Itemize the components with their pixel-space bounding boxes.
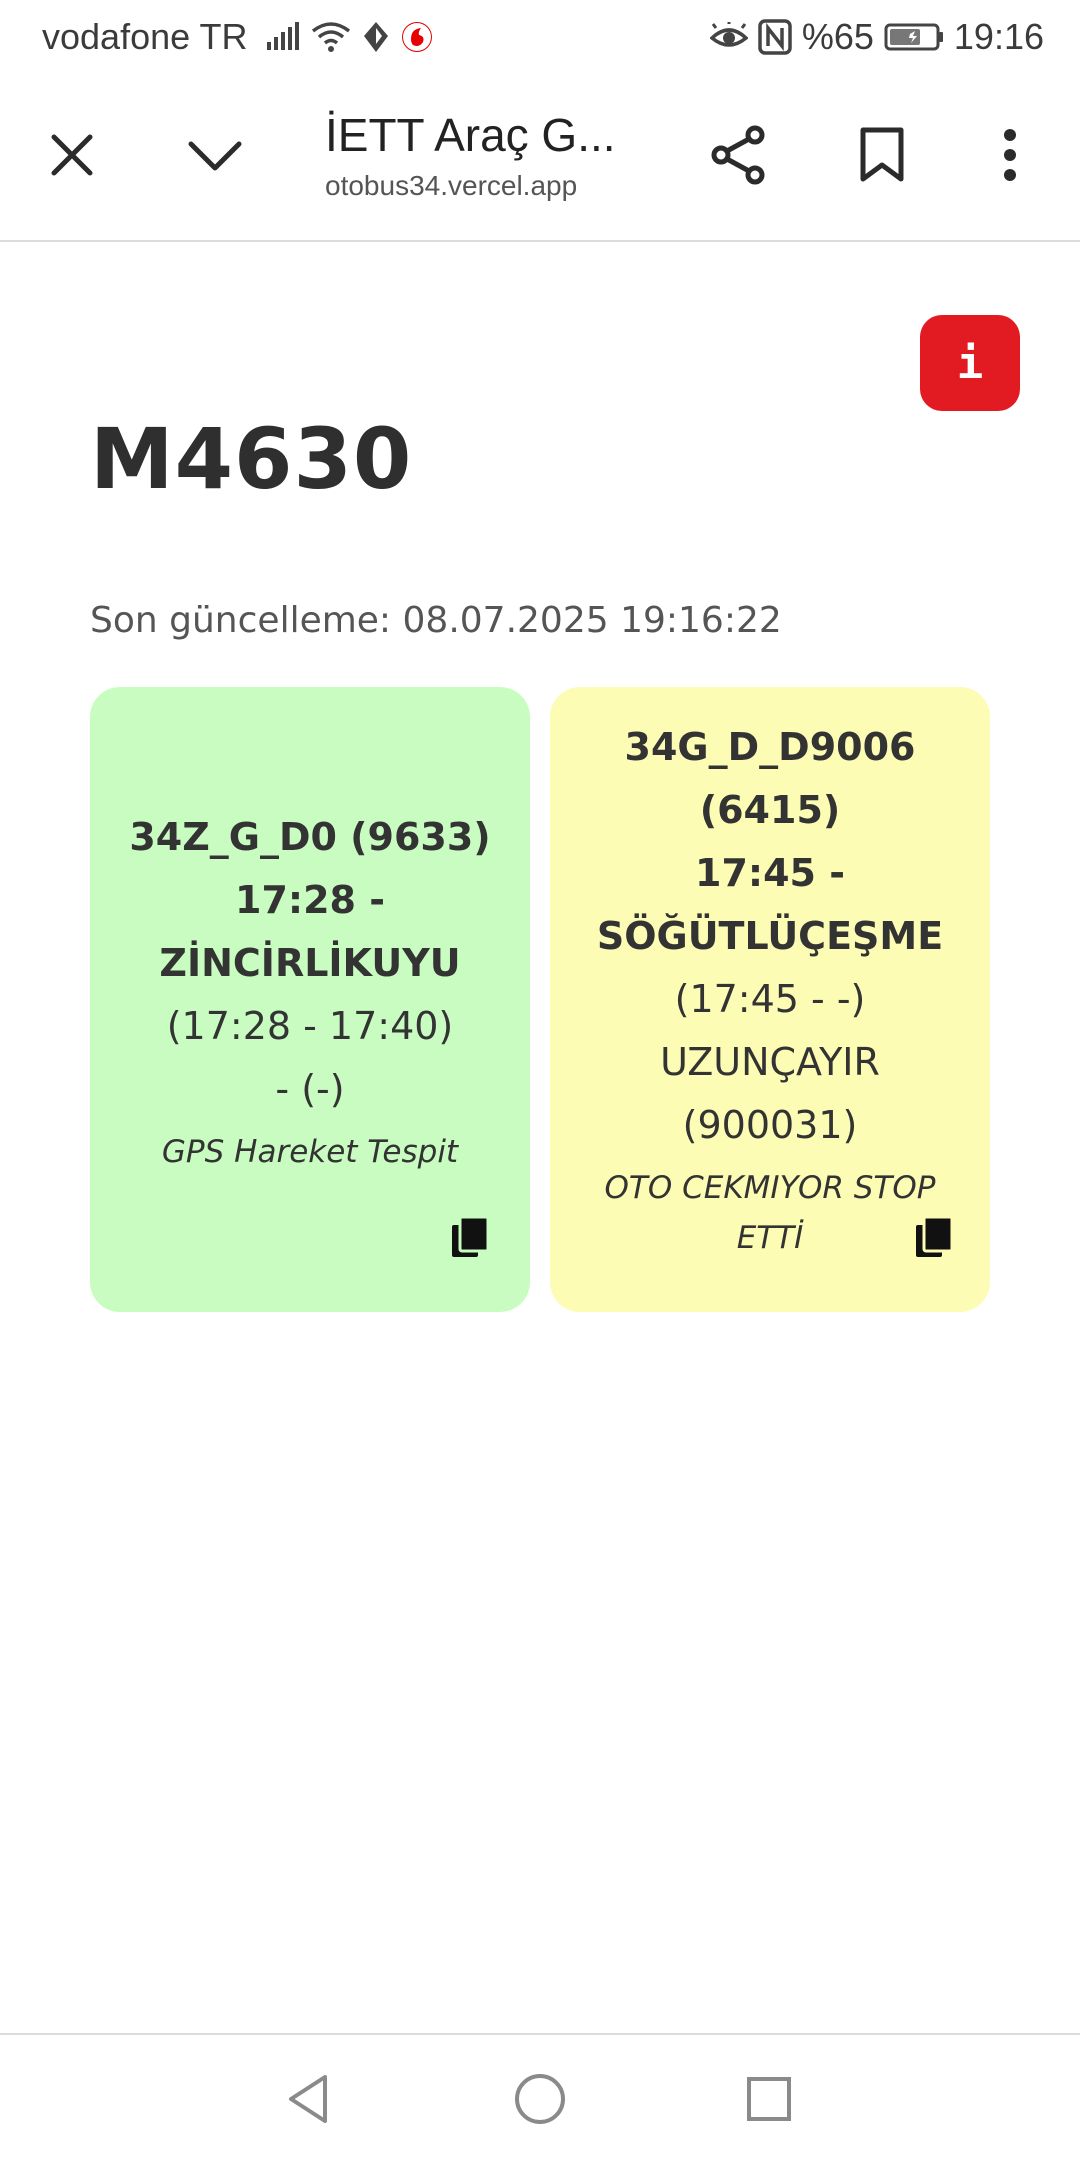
last-updated-text: Son güncelleme: 08.07.2025 19:16:22 [90, 600, 782, 641]
destination: ZİNCİRLİKUYU [159, 941, 461, 985]
clock: 19:16 [953, 16, 1044, 57]
tab-title-block[interactable]: İETT Araç G... otobus34.vercel.app [325, 108, 625, 202]
trip-card-content: 34G_D_D9006 (6415) 17:45 - SÖĞÜTLÜÇEŞME … [580, 716, 960, 1263]
bookmark-button[interactable] [827, 90, 937, 220]
status-note: GPS Hareket Tespit [161, 1134, 459, 1170]
info-icon: i [956, 337, 984, 389]
copy-icon[interactable] [914, 1215, 956, 1261]
status-bar: vodafone TR %65 19:16 [0, 0, 1080, 75]
close-icon [51, 134, 93, 176]
vehicle-title: M4630 [90, 410, 413, 508]
share-button[interactable] [683, 90, 793, 220]
status-left: vodafone TR [42, 16, 433, 58]
route-code: 34G_D_D9006 [624, 725, 916, 769]
carrier-label: vodafone TR [42, 16, 248, 57]
nfc-icon [758, 19, 792, 55]
info-button[interactable]: i [920, 315, 1020, 411]
share-icon [711, 125, 765, 185]
more-options-button[interactable] [955, 90, 1065, 220]
chevron-down-icon [188, 141, 242, 171]
more-vert-icon [1004, 129, 1016, 181]
collapse-button[interactable] [160, 90, 270, 220]
time-window: (17:28 - 17:40) [166, 1004, 454, 1048]
stop-name: UZUNÇAYIR [660, 1040, 880, 1084]
wifi-icon [312, 22, 351, 52]
time-window: (17:45 - -) [674, 977, 866, 1021]
eye-comfort-icon [709, 22, 748, 47]
vodafone-icon [402, 22, 433, 52]
page-tab-title: İETT Araç G... [325, 109, 616, 161]
status-note: OTO CEKMIYOR STOP ETTİ [604, 1170, 936, 1256]
destination: SÖĞÜTLÜÇEŞME [596, 914, 944, 958]
signal-icon [267, 22, 300, 50]
nav-home-button[interactable] [485, 2035, 595, 2162]
trip-cards: 34Z_G_D0 (9633) 17:28 - ZİNCİRLİKUYU (17… [90, 687, 990, 1312]
trip-card-content: 34Z_G_D0 (9633) 17:28 - ZİNCİRLİKUYU (17… [120, 806, 500, 1177]
home-icon [515, 2073, 565, 2124]
stop-info: - (-) [275, 1067, 345, 1111]
copy-icon[interactable] [450, 1215, 492, 1261]
stop-code: (900031) [682, 1103, 858, 1147]
browser-toolbar: İETT Araç G... otobus34.vercel.app [0, 90, 1080, 242]
bookmark-icon [860, 127, 904, 182]
data-saver-icon [364, 22, 389, 52]
battery-percent: %65 [801, 16, 874, 57]
close-button[interactable] [17, 90, 127, 220]
departure-time: 17:28 - [235, 878, 385, 922]
nav-back-button[interactable] [253, 2035, 363, 2162]
status-left-icons [265, 20, 433, 54]
back-icon [289, 2074, 327, 2123]
nav-recents-button[interactable] [714, 2035, 824, 2162]
page-url: otobus34.vercel.app [325, 170, 578, 201]
trip-card[interactable]: 34G_D_D9006 (6415) 17:45 - SÖĞÜTLÜÇEŞME … [550, 687, 990, 1312]
recents-icon [747, 2076, 791, 2121]
vehicle-number: (6415) [699, 788, 841, 832]
departure-time: 17:45 - [695, 851, 845, 895]
navigation-bar [0, 2033, 1080, 2162]
battery-icon [884, 23, 943, 51]
trip-card[interactable]: 34Z_G_D0 (9633) 17:28 - ZİNCİRLİKUYU (17… [90, 687, 530, 1312]
route-code: 34Z_G_D0 (9633) [129, 815, 491, 859]
status-right: %65 19:16 [709, 16, 1044, 58]
